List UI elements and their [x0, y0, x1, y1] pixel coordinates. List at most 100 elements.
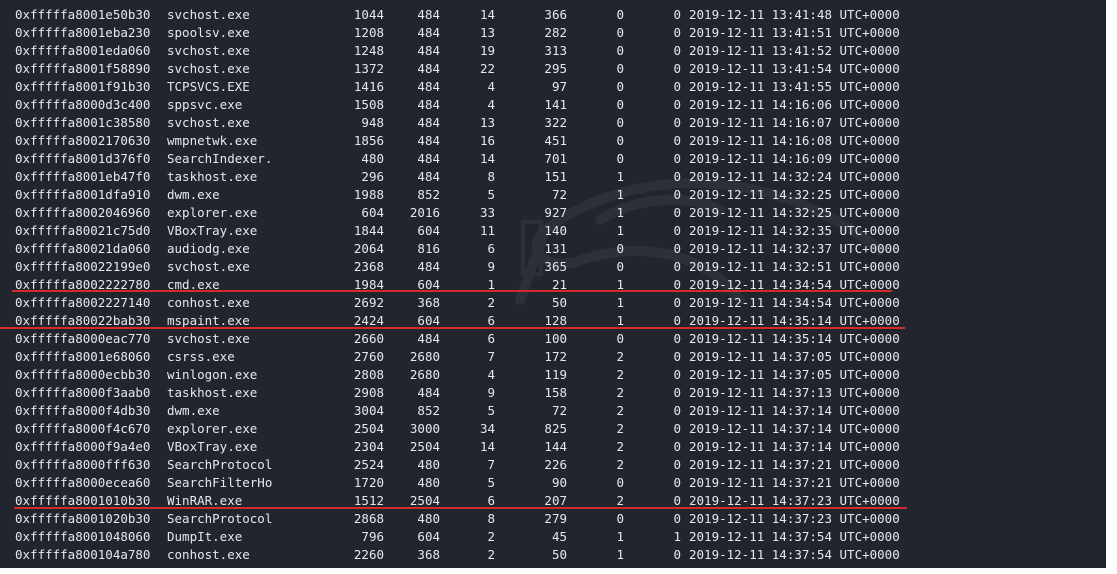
process-start: 2019-12-11 14:32:25 UTC+0000	[689, 187, 900, 202]
process-ppid: 484	[417, 133, 440, 148]
process-thds: 14	[479, 7, 495, 22]
process-offset: 0xfffffa8002227140	[15, 295, 151, 310]
process-thds: 8	[487, 169, 495, 184]
process-thds: 5	[487, 187, 495, 202]
process-name: VBoxTray.exe	[167, 439, 258, 454]
process-pid: 2504	[353, 421, 384, 436]
process-thds: 2	[487, 295, 495, 310]
process-thds: 5	[487, 403, 495, 418]
process-ppid: 480	[417, 475, 440, 490]
process-start: 2019-12-11 14:32:24 UTC+0000	[689, 169, 900, 184]
process-pid: 1248	[353, 43, 384, 58]
process-thds: 8	[487, 511, 495, 526]
process-start: 2019-12-11 14:37:54 UTC+0000	[689, 547, 900, 562]
process-name: SearchIndexer.	[167, 151, 273, 166]
process-thds: 33	[479, 205, 495, 220]
process-wow64: 0	[673, 187, 681, 202]
process-sess: 1	[616, 205, 624, 220]
process-row: 0xfffffa8001f58890 svchost.exe 1372 484 22 29…	[0, 60, 1106, 78]
process-ppid: 480	[417, 511, 440, 526]
process-pid: 2868	[353, 511, 384, 526]
process-hnds: 279	[544, 511, 567, 526]
process-sess: 1	[616, 547, 624, 562]
process-wow64: 0	[673, 331, 681, 346]
process-pid: 1856	[353, 133, 384, 148]
process-start: 2019-12-11 14:32:25 UTC+0000	[689, 205, 900, 220]
process-wow64: 0	[673, 367, 681, 382]
process-name: DumpIt.exe	[167, 529, 243, 544]
process-thds: 7	[487, 349, 495, 364]
process-ppid: 484	[417, 115, 440, 130]
process-start: 2019-12-11 13:41:48 UTC+0000	[689, 7, 900, 22]
process-hnds: 158	[544, 385, 567, 400]
process-row: 0xfffffa8001020b30 SearchProtocol 2868 480 8…	[0, 510, 1106, 528]
process-offset: 0xfffffa8000f4c670	[15, 421, 151, 436]
highlight-underline-mspaint	[0, 327, 905, 329]
process-start: 2019-12-11 14:32:51 UTC+0000	[689, 259, 900, 274]
process-sess: 0	[616, 133, 624, 148]
process-sess: 2	[616, 403, 624, 418]
process-row: 0xfffffa8002046960 explorer.exe 604 2016 33 9…	[0, 204, 1106, 222]
process-thds: 13	[479, 115, 495, 130]
process-row: 0xfffffa8001dfa910 dwm.exe 1988 852 5 72 1 0 201…	[0, 186, 1106, 204]
process-sess: 2	[616, 421, 624, 436]
process-thds: 6	[487, 241, 495, 256]
process-row: 0xfffffa8001c38580 svchost.exe 948 484 13 322…	[0, 114, 1106, 132]
process-sess: 2	[616, 367, 624, 382]
process-hnds: 72	[551, 403, 567, 418]
process-sess: 2	[616, 457, 624, 472]
process-sess: 0	[616, 475, 624, 490]
process-offset: 0xfffffa8001f58890	[15, 61, 151, 76]
process-ppid: 3000	[409, 421, 440, 436]
process-offset: 0xfffffa8002046960	[15, 205, 151, 220]
process-thds: 2	[487, 529, 495, 544]
process-wow64: 1	[673, 529, 681, 544]
process-name: explorer.exe	[167, 205, 258, 220]
process-offset: 0xfffffa8001c38580	[15, 115, 151, 130]
process-wow64: 0	[673, 421, 681, 436]
process-start: 2019-12-11 14:16:09 UTC+0000	[689, 151, 900, 166]
process-pid: 604	[361, 205, 384, 220]
process-pid: 1372	[353, 61, 384, 76]
process-ppid: 816	[417, 241, 440, 256]
process-name: dwm.exe	[167, 403, 220, 418]
process-pid: 2760	[353, 349, 384, 364]
process-hnds: 365	[544, 259, 567, 274]
process-ppid: 2680	[409, 367, 440, 382]
process-row: 0xfffffa8000ecbb30 winlogon.exe 2808 2680 4 1…	[0, 366, 1106, 384]
highlight-underline-winrar	[14, 507, 907, 509]
process-pid: 2064	[353, 241, 384, 256]
process-start: 2019-12-11 14:37:54 UTC+0000	[689, 529, 900, 544]
process-thds: 9	[487, 259, 495, 274]
process-ppid: 484	[417, 7, 440, 22]
process-start: 2019-12-11 14:32:35 UTC+0000	[689, 223, 900, 238]
process-offset: 0xfffffa8000f9a4e0	[15, 439, 151, 454]
process-pid: 2260	[353, 547, 384, 562]
process-hnds: 295	[544, 61, 567, 76]
process-sess: 1	[616, 169, 624, 184]
process-thds: 16	[479, 133, 495, 148]
process-name: svchost.exe	[167, 43, 250, 58]
process-row: 0xfffffa8000eac770 svchost.exe 2660 484 6 100…	[0, 330, 1106, 348]
process-pid: 1044	[353, 7, 384, 22]
process-pid: 2808	[353, 367, 384, 382]
process-name: spoolsv.exe	[167, 25, 250, 40]
process-offset: 0xfffffa8001eba230	[15, 25, 151, 40]
terminal-window[interactable]: 0xfffffa8001e50b30 svchost.exe 1044 484 14 36…	[0, 0, 1106, 568]
process-offset: 0xfffffa8000fff630	[15, 457, 151, 472]
process-hnds: 50	[551, 547, 567, 562]
process-pid: 2524	[353, 457, 384, 472]
process-offset: 0xfffffa8000eac770	[15, 331, 151, 346]
process-name: VBoxTray.exe	[167, 223, 258, 238]
process-name: winlogon.exe	[167, 367, 258, 382]
process-row: 0xfffffa8001eb47f0 taskhost.exe 296 484 8 151…	[0, 168, 1106, 186]
process-offset: 0xfffffa80021da060	[15, 241, 151, 256]
process-sess: 1	[616, 529, 624, 544]
process-wow64: 0	[673, 43, 681, 58]
process-hnds: 366	[544, 7, 567, 22]
process-wow64: 0	[673, 403, 681, 418]
process-offset: 0xfffffa800104a780	[15, 547, 151, 562]
process-sess: 0	[616, 97, 624, 112]
process-wow64: 0	[673, 439, 681, 454]
process-sess: 0	[616, 79, 624, 94]
